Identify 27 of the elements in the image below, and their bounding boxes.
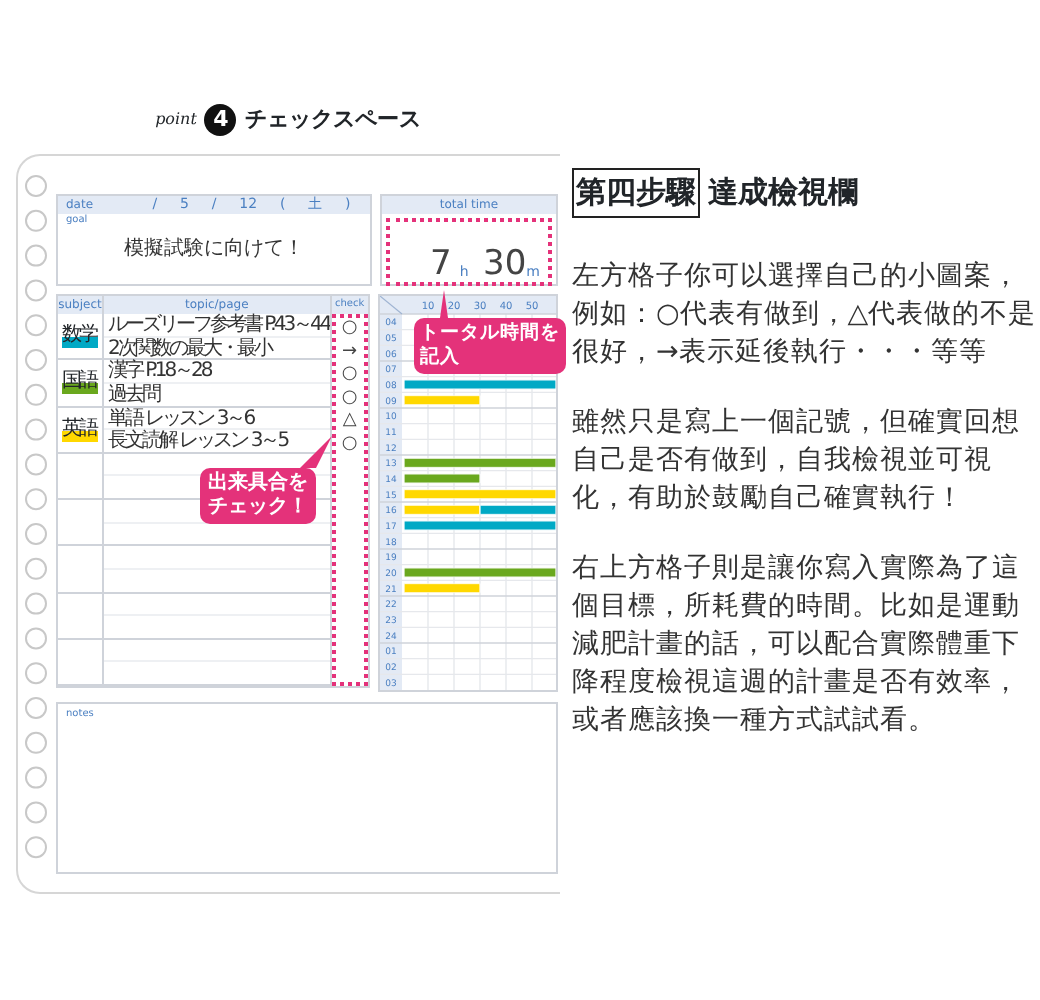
callout-text: 記入 [420, 346, 462, 370]
goal-text: 模擬試験に向けて！ [122, 235, 306, 264]
minutes-value: 30 [483, 248, 527, 282]
check-mark: ○ [341, 387, 358, 408]
check-mark: ○ [341, 433, 358, 454]
topic-text: 過去問 [108, 383, 159, 406]
topic-text: 長文読解 レッスン 3～5 [108, 430, 288, 453]
callout-text: 出来具合を [208, 472, 308, 496]
check-mark: → [342, 341, 358, 362]
check-mark: ○ [341, 364, 358, 385]
article-paragraph: 左方格子你可以選擇自己的小圖案，例如：○代表有做到，△代表做的不是很好，→表示延後執行・・・等等 [572, 257, 1039, 371]
callout-text: トータル時間を [420, 322, 560, 345]
topic-text: 2次関数の最大・最小 [108, 337, 271, 360]
topic-text: 漢字 P.18～28 [108, 360, 211, 383]
topic-text: 単語 レッスン 3～6 [108, 407, 254, 429]
step-number-badge: 4 [204, 104, 237, 136]
article-heading: 達成檢視欄 [708, 172, 858, 214]
callout-text: チェック！ [208, 496, 308, 520]
topic-text: ルーズリーフ参考書 P.43～44 [108, 314, 330, 336]
check-mark: △ [342, 410, 357, 431]
point-label: point [155, 108, 197, 132]
hours-value: 7 [430, 248, 452, 282]
step-heading-box: 第四步驟 [572, 168, 700, 217]
section-title: チェックスペース [244, 103, 421, 136]
article-paragraph: 雖然只是寫上一個記號，但確實回想自己是否有做到，自我檢視並可視化，有助於鼓勵自己確實執行！ [572, 403, 1022, 517]
article-paragraph: 右上方格子則是讓你寫入實際為了這個目標，所耗費的時間。比如是運動減肥計畫的話，可以配合實際體重下降程度檢視這週的計畫是否有效率，或者應該換一種方式試試看。 [572, 549, 1022, 739]
check-mark: ○ [341, 318, 358, 338]
